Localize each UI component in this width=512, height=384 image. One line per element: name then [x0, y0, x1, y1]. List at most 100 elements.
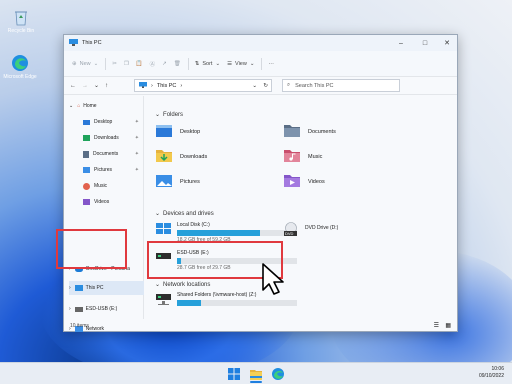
pc-icon: [74, 285, 83, 291]
pc-icon: [139, 81, 147, 90]
view-label: View: [235, 60, 247, 67]
copy-button[interactable]: ❐: [124, 61, 129, 67]
sort-icon: ⇅: [194, 60, 200, 67]
music-folder-icon: [83, 182, 90, 190]
highlight-this-pc: [56, 229, 127, 269]
folder-music[interactable]: Music: [283, 148, 322, 165]
rename-button[interactable]: Ⓐ: [150, 60, 156, 68]
title-bar: This PC – □ ✕: [64, 35, 457, 51]
dvd-drive-icon: DVD: [283, 222, 300, 239]
folder-label: Desktop: [180, 128, 201, 135]
paste-icon: 📋: [135, 60, 143, 67]
home-icon: ⌂: [77, 103, 81, 109]
nav-item-music[interactable]: Music: [83, 179, 107, 193]
folder-documents[interactable]: Documents: [283, 123, 336, 140]
new-button[interactable]: ⊕ New ⌄: [72, 61, 98, 67]
nav-label: Music: [94, 183, 108, 189]
drive-usage-fill: [177, 230, 260, 236]
pin-icon: ✦: [134, 119, 139, 125]
share-icon: ↗: [162, 60, 167, 67]
nav-label: Desktop: [94, 119, 113, 125]
address-bar-row: ← → ⌄ ↑ › This PC › ⌄ ↻ ⌕ Search This PC: [64, 77, 457, 95]
address-path: This PC: [156, 82, 177, 89]
nav-label: Home: [83, 103, 97, 109]
share-button[interactable]: ↗: [162, 61, 167, 67]
address-field[interactable]: › This PC › ⌄ ↻: [134, 79, 272, 92]
windows-drive-icon: [155, 222, 172, 243]
nav-label: Downloads: [94, 135, 119, 141]
folder-pictures[interactable]: Pictures: [155, 173, 200, 190]
folder-label: Videos: [308, 178, 325, 185]
chevron-down-icon: ⌄: [93, 60, 99, 67]
minimize-icon: –: [399, 39, 403, 47]
forward-arrow-icon[interactable]: →: [82, 83, 88, 89]
chevron-down-icon: ⌄: [249, 60, 255, 67]
desktop-icon-recycle-bin[interactable]: Recycle Bin: [4, 8, 38, 34]
nav-item-videos[interactable]: Videos: [83, 195, 109, 209]
close-button[interactable]: ✕: [439, 35, 455, 51]
edge-icon[interactable]: [271, 367, 285, 381]
details-view-icon[interactable]: ☰: [434, 322, 439, 329]
chevron-down-icon[interactable]: ⌄: [252, 83, 257, 89]
pin-icon: ✦: [134, 151, 139, 157]
back-arrow-icon[interactable]: ←: [70, 83, 76, 89]
mouse-pointer-icon: [261, 262, 287, 298]
chevron-right-icon: ›: [69, 285, 71, 291]
folder-downloads[interactable]: Downloads: [155, 148, 207, 165]
drive-local-disk[interactable]: Local Disk (C:) 18.2 GB free of 59.2 GB: [155, 222, 297, 243]
nav-item-usb[interactable]: › ESD-USB (E:): [69, 302, 117, 316]
pin-icon: ✦: [134, 167, 139, 173]
folder-label: Downloads: [180, 153, 208, 160]
chevron-down-icon: ⌄: [215, 60, 221, 67]
documents-folder-icon: [83, 150, 89, 158]
search-placeholder: Search This PC: [295, 82, 334, 89]
section-folders[interactable]: ⌄ Folders: [155, 111, 183, 119]
folder-videos[interactable]: Videos: [283, 173, 325, 190]
view-button[interactable]: ☰ View ⌄: [227, 61, 254, 67]
folder-desktop[interactable]: Desktop: [155, 123, 200, 140]
folder-label: Music: [308, 153, 323, 160]
sort-button[interactable]: ⇅ Sort ⌄: [195, 61, 220, 67]
search-input[interactable]: ⌕ Search This PC: [282, 79, 400, 92]
desktop-icon-edge[interactable]: Microsoft Edge: [3, 54, 37, 80]
chevron-down-icon[interactable]: ⌄: [94, 82, 99, 89]
up-arrow-icon[interactable]: ↑: [105, 83, 108, 89]
drive-usage-fill: [177, 300, 201, 306]
videos-folder-icon: [83, 199, 90, 205]
section-title: Network locations: [163, 281, 211, 288]
paste-button[interactable]: 📋: [136, 61, 143, 67]
network-drive-icon: [155, 292, 172, 308]
nav-item-desktop[interactable]: Desktop ✦: [83, 115, 143, 129]
rename-icon: Ⓐ: [149, 61, 156, 68]
chevron-down-icon: ⌄: [69, 103, 74, 109]
minimize-button[interactable]: –: [393, 35, 409, 51]
nav-label: This PC: [85, 285, 104, 291]
drive-usage-bar: [177, 230, 297, 236]
more-button[interactable]: ···: [268, 61, 274, 67]
nav-item-documents[interactable]: Documents ✦: [83, 147, 143, 161]
cut-button[interactable]: ✂: [112, 61, 117, 67]
nav-item-home[interactable]: ⌄ ⌂ Home: [69, 99, 97, 113]
tiles-view-icon[interactable]: ▦: [445, 322, 451, 329]
chevron-down-icon: ⌄: [155, 211, 161, 217]
navigation-pane: ⌄ ⌂ Home Desktop ✦ Downloads ✦ Documents…: [64, 96, 144, 332]
start-icon[interactable]: [227, 367, 241, 381]
divider: [261, 57, 263, 70]
clock[interactable]: 10:06 09/10/2022: [479, 366, 504, 380]
music-folder-icon: [283, 148, 301, 165]
delete-button[interactable]: 🗑: [174, 61, 181, 67]
sort-label: Sort: [202, 60, 213, 67]
section-devices[interactable]: ⌄ Devices and drives: [155, 210, 214, 218]
refresh-icon[interactable]: ↻: [263, 83, 268, 89]
drive-dvd[interactable]: DVD DVD Drive (D:): [283, 222, 338, 239]
nav-item-downloads[interactable]: Downloads ✦: [83, 131, 143, 145]
divider: [105, 57, 107, 70]
documents-folder-icon: [283, 123, 301, 140]
nav-label: Documents: [93, 151, 119, 157]
file-explorer-icon[interactable]: [249, 367, 263, 381]
maximize-button[interactable]: □: [417, 35, 433, 51]
nav-item-pictures[interactable]: Pictures ✦: [83, 163, 143, 177]
section-network[interactable]: ⌄ Network locations: [155, 281, 211, 289]
nav-item-this-pc[interactable]: › This PC: [69, 281, 144, 295]
nav-label: ESD-USB (E:): [85, 306, 118, 312]
